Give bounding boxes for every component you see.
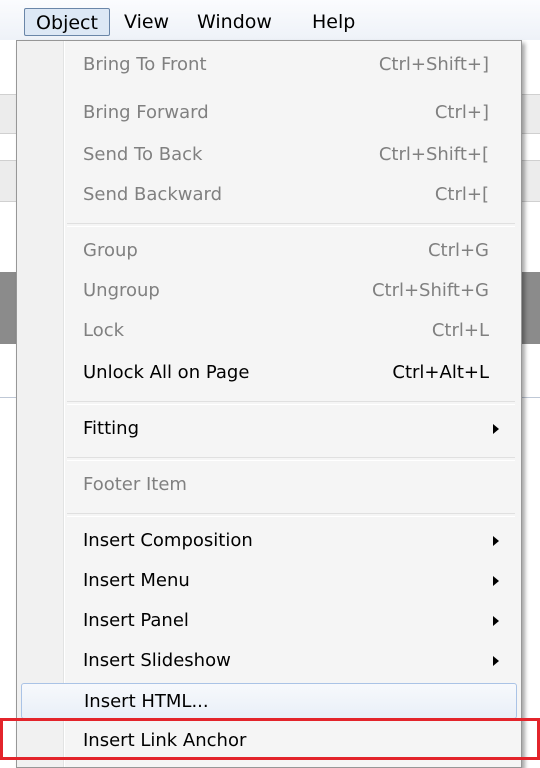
submenu-arrow-icon [493, 576, 499, 586]
menu-separator [67, 401, 515, 405]
menu-item-label: Ungroup [83, 280, 160, 301]
object-dropdown-menu: Bring To Front Ctrl+Shift+] Bring Forwar… [16, 40, 522, 768]
menu-item-label: Insert Composition [83, 530, 253, 551]
menu-item-label: Insert HTML... [84, 691, 209, 712]
menu-item-label: Insert Menu [83, 570, 190, 591]
menu-item-insert-slideshow[interactable]: Insert Slideshow [21, 643, 517, 679]
screenshot-stage: Object View Window Help Bring To Front C… [0, 0, 540, 768]
menu-item-insert-html[interactable]: Insert HTML... [21, 683, 517, 719]
menu-item-bring-to-front[interactable]: Bring To Front Ctrl+Shift+] [21, 47, 517, 83]
menu-item-label: Insert Panel [83, 610, 189, 631]
menu-item-unlock-all-on-page[interactable]: Unlock All on Page Ctrl+Alt+L [21, 355, 517, 391]
menu-window[interactable]: Window [197, 8, 272, 36]
menu-item-bring-forward[interactable]: Bring Forward Ctrl+] [21, 95, 517, 131]
highlight-annotation-box [0, 718, 540, 760]
menu-item-shortcut: Ctrl+L [431, 320, 489, 341]
menu-item-footer-item[interactable]: Footer Item [21, 467, 517, 503]
menu-item-group[interactable]: Group Ctrl+G [21, 233, 517, 269]
menu-item-shortcut: Ctrl+Shift+[ [378, 144, 489, 165]
submenu-arrow-icon [493, 536, 499, 546]
menu-item-send-to-back[interactable]: Send To Back Ctrl+Shift+[ [21, 137, 517, 173]
menu-help[interactable]: Help [312, 8, 355, 36]
menu-view[interactable]: View [124, 8, 169, 36]
menu-separator [67, 457, 515, 461]
menu-item-shortcut: Ctrl+] [434, 102, 489, 123]
menu-item-insert-composition[interactable]: Insert Composition [21, 523, 517, 559]
menu-item-shortcut: Ctrl+Shift+] [378, 54, 489, 75]
menu-item-insert-panel[interactable]: Insert Panel [21, 603, 517, 639]
menu-item-fitting[interactable]: Fitting [21, 411, 517, 447]
submenu-arrow-icon [493, 424, 499, 434]
menu-item-label: Bring To Front [83, 54, 207, 75]
menu-item-label: Send To Back [83, 144, 203, 165]
guide-line-right [522, 397, 540, 398]
menu-item-shortcut: Ctrl+Shift+G [371, 280, 489, 301]
menu-bar: Object View Window Help [0, 0, 540, 41]
menu-separator [67, 223, 515, 227]
menu-item-shortcut: Ctrl+[ [434, 184, 489, 205]
menu-item-send-backward[interactable]: Send Backward Ctrl+[ [21, 177, 517, 213]
menu-item-label: Fitting [83, 418, 139, 439]
menu-item-label: Group [83, 240, 138, 261]
menu-item-label: Footer Item [83, 474, 187, 495]
menu-item-insert-menu[interactable]: Insert Menu [21, 563, 517, 599]
submenu-arrow-icon [493, 656, 499, 666]
menu-item-label: Unlock All on Page [83, 362, 250, 383]
menu-object[interactable]: Object [24, 8, 110, 36]
menu-separator [67, 513, 515, 517]
menu-item-label: Send Backward [83, 184, 223, 205]
submenu-arrow-icon [493, 616, 499, 626]
menu-item-label: Lock [83, 320, 125, 341]
menu-item-ungroup[interactable]: Ungroup Ctrl+Shift+G [21, 273, 517, 309]
menu-item-label: Insert Slideshow [83, 650, 231, 671]
menu-item-shortcut: Ctrl+G [427, 240, 489, 261]
menu-item-shortcut: Ctrl+Alt+L [392, 362, 489, 383]
menu-item-label: Bring Forward [83, 102, 209, 123]
menu-item-lock[interactable]: Lock Ctrl+L [21, 313, 517, 349]
